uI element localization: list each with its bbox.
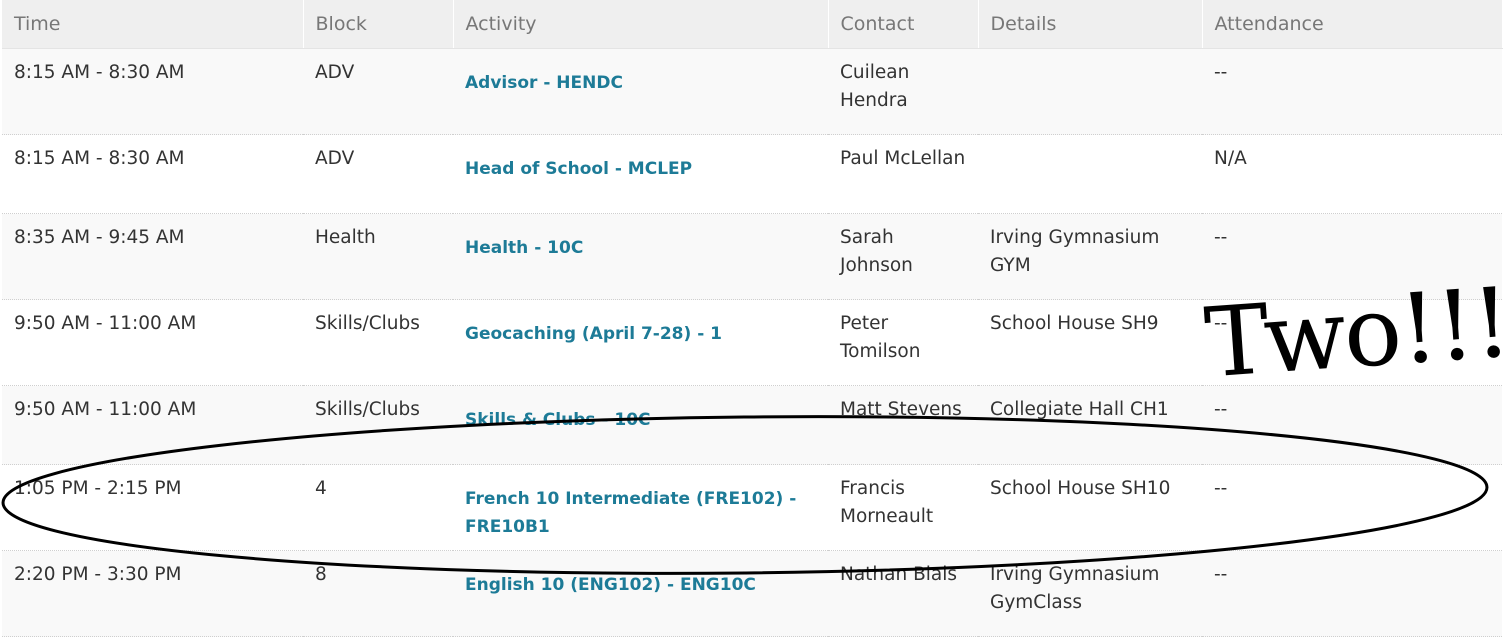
- table-row: 8:15 AM - 8:30 AM ADV Advisor - HENDC Cu…: [2, 48, 1502, 135]
- contact-cell: Matt Stevens: [828, 385, 978, 465]
- time-cell: 1:05 PM - 2:15 PM: [2, 464, 303, 551]
- table-row: 1:05 PM - 2:15 PM 4 French 10 Intermedia…: [2, 464, 1502, 551]
- contact-cell: Cuilean Hendra: [828, 48, 978, 135]
- column-header-contact[interactable]: Contact: [828, 0, 979, 49]
- attendance-cell: --: [1202, 464, 1502, 551]
- activity-cell: English 10 (ENG102) - ENG10C: [453, 550, 828, 637]
- activity-link[interactable]: English 10 (ENG102) - ENG10C: [465, 575, 756, 595]
- time-cell: 9:50 AM - 11:00 AM: [2, 299, 303, 386]
- table-row: 8:15 AM - 8:30 AM ADV Head of School - M…: [2, 134, 1502, 214]
- time-cell: 2:20 PM - 3:30 PM: [2, 550, 303, 637]
- handwritten-annotation: Two!!!: [1201, 266, 1505, 400]
- activity-cell: Head of School - MCLEP: [453, 134, 828, 214]
- activity-cell: Health - 10C: [453, 213, 828, 300]
- block-cell: ADV: [303, 48, 453, 135]
- block-cell: 8: [303, 550, 453, 637]
- details-cell: Irving Gymnasium GYM: [978, 213, 1202, 300]
- details-cell: School House SH9: [978, 299, 1202, 386]
- activity-cell: Advisor - HENDC: [453, 48, 828, 135]
- details-cell: [978, 134, 1202, 214]
- block-cell: 4: [303, 464, 453, 551]
- time-cell: 9:50 AM - 11:00 AM: [2, 385, 303, 465]
- activity-cell: Geocaching (April 7-28) - 1: [453, 299, 828, 386]
- block-cell: Skills/Clubs: [303, 299, 453, 386]
- activity-link[interactable]: Advisor - HENDC: [465, 73, 623, 93]
- activity-link[interactable]: French 10 Intermediate (FRE102) - FRE10B…: [465, 489, 796, 537]
- details-cell: Collegiate Hall CH1: [978, 385, 1202, 465]
- block-cell: Health: [303, 213, 453, 300]
- attendance-cell: --: [1202, 48, 1502, 135]
- header-row: Time Block Activity Contact Details Atte…: [2, 0, 1503, 49]
- details-cell: Irving Gymnasium GymClass: [978, 550, 1202, 637]
- time-cell: 8:35 AM - 9:45 AM: [2, 213, 303, 300]
- activity-cell: Skills & Clubs - 10C: [453, 385, 828, 465]
- attendance-cell: --: [1202, 385, 1502, 465]
- activity-cell: French 10 Intermediate (FRE102) - FRE10B…: [453, 464, 828, 551]
- contact-cell: Nathan Blais: [828, 550, 978, 637]
- activity-link[interactable]: Skills & Clubs - 10C: [465, 410, 651, 430]
- time-cell: 8:15 AM - 8:30 AM: [2, 48, 303, 135]
- column-header-activity[interactable]: Activity: [453, 0, 829, 49]
- attendance-cell: --: [1202, 550, 1502, 637]
- block-cell: Skills/Clubs: [303, 385, 453, 465]
- time-cell: 8:15 AM - 8:30 AM: [2, 134, 303, 214]
- block-cell: ADV: [303, 134, 453, 214]
- table-row: 9:50 AM - 11:00 AM Skills/Clubs Skills &…: [2, 385, 1502, 465]
- contact-cell: Sarah Johnson: [828, 213, 978, 300]
- column-header-block[interactable]: Block: [303, 0, 454, 49]
- column-header-time[interactable]: Time: [2, 0, 304, 49]
- details-cell: [978, 48, 1202, 135]
- details-cell: School House SH10: [978, 464, 1202, 551]
- contact-cell: Paul McLellan: [828, 134, 978, 214]
- contact-cell: Francis Morneault: [828, 464, 978, 551]
- contact-cell: Peter Tomilson: [828, 299, 978, 386]
- activity-link[interactable]: Health - 10C: [465, 238, 583, 258]
- column-header-attendance[interactable]: Attendance: [1202, 0, 1503, 49]
- column-header-details[interactable]: Details: [978, 0, 1203, 49]
- table-row: 2:20 PM - 3:30 PM 8 English 10 (ENG102) …: [2, 550, 1502, 637]
- activity-link[interactable]: Geocaching (April 7-28) - 1: [465, 324, 722, 344]
- attendance-cell: N/A: [1202, 134, 1502, 214]
- activity-link[interactable]: Head of School - MCLEP: [465, 159, 692, 179]
